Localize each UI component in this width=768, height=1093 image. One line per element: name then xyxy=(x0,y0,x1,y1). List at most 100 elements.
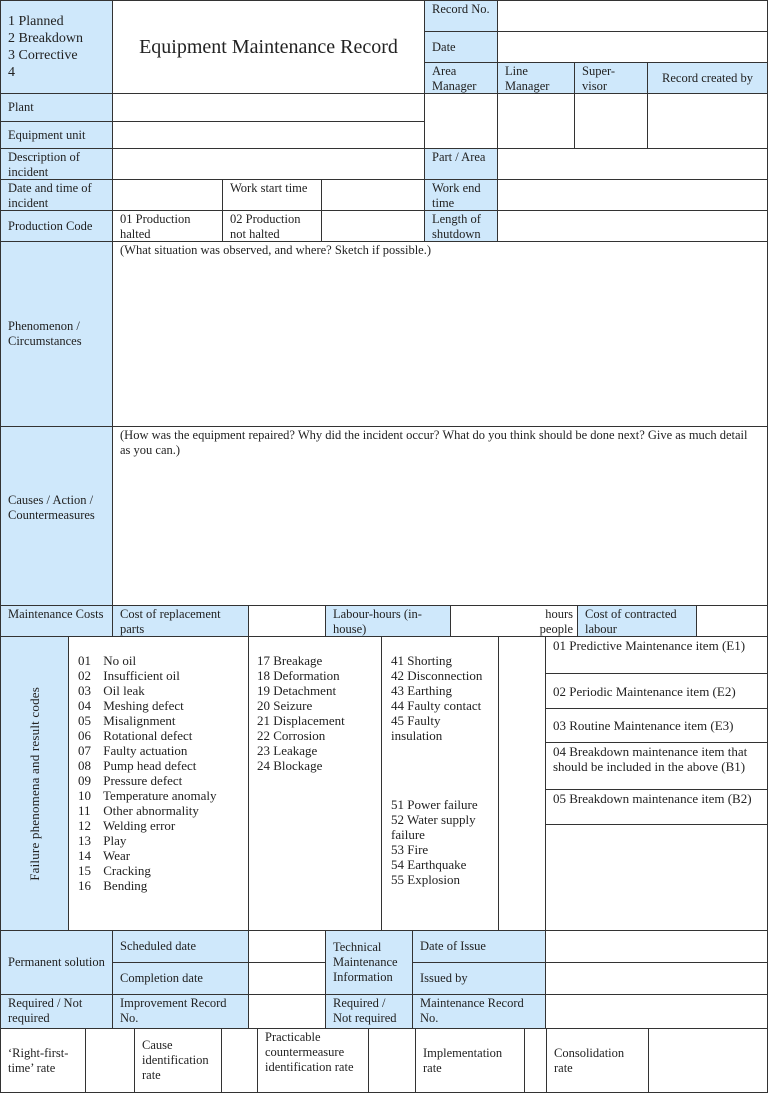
equipment-unit-field[interactable] xyxy=(112,121,425,149)
cause-identification-rate-field[interactable] xyxy=(221,1028,258,1093)
maintenance-record-no-field[interactable] xyxy=(545,994,768,1029)
record-type-option[interactable]: 3 Corrective xyxy=(8,47,105,64)
date-label: Date xyxy=(424,31,498,63)
plant-label: Plant xyxy=(0,93,113,122)
failure-code-number: 13 xyxy=(78,833,91,848)
failure-code-number: 15 xyxy=(78,863,91,878)
failure-code-item: 19 Detachment xyxy=(257,683,337,698)
line-manager-sign[interactable] xyxy=(497,93,575,149)
cause-identification-rate-label: Cause identification rate xyxy=(134,1028,222,1093)
phenomenon-label-text: Phenomenon / Circumstances xyxy=(8,319,82,348)
page-title: Equipment Maintenance Record xyxy=(112,0,425,94)
record-type-option[interactable]: 4 xyxy=(8,64,105,81)
failure-code-item: 04 Meshing defect xyxy=(78,698,184,713)
failure-code-item: 20 Seizure xyxy=(257,698,313,713)
scheduled-date-label: Scheduled date xyxy=(112,930,249,963)
line-manager-label: Line Manager xyxy=(497,62,575,94)
failure-codes-col3: 41 Shorting 42 Disconnection 43 Earthing 44… xyxy=(381,636,499,931)
phenomenon-field[interactable]: (What situation was observed, and where?… xyxy=(112,241,768,427)
part-area-field[interactable] xyxy=(497,148,768,180)
improvement-record-no-field[interactable] xyxy=(248,994,326,1029)
failure-code-item: 15 Cracking xyxy=(78,863,151,878)
consolidation-rate-field[interactable] xyxy=(648,1028,768,1093)
failure-code-number: 04 xyxy=(78,698,91,713)
failure-code-item: 21 Displacement xyxy=(257,713,345,728)
failure-code-item: 16 Bending xyxy=(78,878,148,893)
countermeasure-identification-rate-field[interactable] xyxy=(368,1028,416,1093)
length-shutdown-field[interactable] xyxy=(497,210,768,242)
contracted-labour-field[interactable] xyxy=(696,605,768,637)
work-end-field[interactable] xyxy=(497,179,768,211)
date-of-issue-field[interactable] xyxy=(545,930,768,963)
failure-code-number: 03 xyxy=(78,683,91,698)
failure-code-item: 41 Shorting xyxy=(391,653,453,668)
implementation-rate-field[interactable] xyxy=(524,1028,547,1093)
record-created-by-label: Record created by xyxy=(647,62,768,94)
causes-field[interactable]: (How was the equipment repaired? Why did… xyxy=(112,426,768,606)
required-not-required-2[interactable]: Required / Not required xyxy=(325,994,413,1029)
failure-code-number: 01 xyxy=(78,653,91,668)
maintenance-item-b2[interactable]: 05 Breakdown maintenance item (B2) xyxy=(545,789,768,825)
maintenance-item-entry[interactable] xyxy=(545,824,768,931)
failure-code-item: 54 Earthquake xyxy=(391,857,467,872)
record-type-list: 1 Planned 2 Breakdown 3 Corrective 4 xyxy=(0,0,113,94)
maintenance-item-b1[interactable]: 04 Breakdown maintenance item that shoul… xyxy=(545,742,768,790)
maintenance-record-no-label: Maintenance Record No. xyxy=(412,994,546,1029)
failure-code-item: 44 Faulty contact xyxy=(391,698,482,713)
production-code-label: Production Code xyxy=(0,210,113,242)
contracted-labour-label: Cost of contracted labour xyxy=(577,605,697,637)
description-field[interactable] xyxy=(112,148,425,180)
completion-date-field[interactable] xyxy=(248,962,326,995)
technical-info-label: Technical Maintenance Information xyxy=(325,930,413,995)
issued-by-field[interactable] xyxy=(545,962,768,995)
replacement-parts-field[interactable] xyxy=(248,605,326,637)
failure-code-number: 12 xyxy=(78,818,91,833)
labour-hours-label: Labour-hours (in-house) xyxy=(325,605,451,637)
countermeasure-identification-rate-label: Practicable countermeasure identificatio… xyxy=(257,1028,369,1093)
area-manager-sign[interactable] xyxy=(424,93,498,149)
plant-field[interactable] xyxy=(112,93,425,122)
failure-code-item: 12 Welding error xyxy=(78,818,176,833)
failure-code-number: 09 xyxy=(78,773,91,788)
record-type-option[interactable]: 1 Planned xyxy=(8,13,105,30)
production-code-field[interactable] xyxy=(321,210,425,242)
record-created-by-sign[interactable] xyxy=(647,93,768,149)
maintenance-item-e1[interactable]: 01 Predictive Maintenance item (E1) xyxy=(545,636,768,674)
failure-code-item: 42 Disconnection xyxy=(391,668,483,683)
causes-hint: (How was the equipment repaired? Why did… xyxy=(120,428,748,457)
right-first-time-rate-field[interactable] xyxy=(85,1028,135,1093)
failure-code-number: 14 xyxy=(78,848,91,863)
permanent-solution-label: Permanent solution xyxy=(0,930,113,995)
required-not-required-1[interactable]: Required / Not required xyxy=(0,994,113,1029)
date-time-label: Date and time of incident xyxy=(0,179,113,211)
completion-date-label: Completion date xyxy=(112,962,249,995)
maintenance-item-e3[interactable]: 03 Routine Maintenance item (E3) xyxy=(545,708,768,743)
production-halted-option[interactable]: 01 Production halted xyxy=(112,210,223,242)
causes-label: Causes / Action / Countermeasures xyxy=(0,426,113,606)
hours-unit: hours xyxy=(545,607,573,621)
failure-codes-col2: 17 Breakage 18 Deformation 19 Detachment 20… xyxy=(248,636,382,931)
labour-hours-field[interactable]: hours people xyxy=(450,605,578,637)
failure-code-item: 07 Faulty actuation xyxy=(78,743,188,758)
issued-by-label: Issued by xyxy=(412,962,546,995)
date-time-field[interactable] xyxy=(112,179,223,211)
maintenance-costs-label: Maintenance Costs xyxy=(0,605,113,637)
failure-code-number: 07 xyxy=(78,743,91,758)
production-not-halted-option[interactable]: 02 Production not halted xyxy=(222,210,322,242)
failure-code-number: 02 xyxy=(78,668,91,683)
failure-code-item: 05 Misalignment xyxy=(78,713,176,728)
failure-code-item: 45 Faulty insulation xyxy=(391,713,443,743)
causes-label-text: Causes / Action / Countermeasures xyxy=(8,493,95,522)
phenomenon-hint: (What situation was observed, and where?… xyxy=(120,243,432,257)
record-type-option[interactable]: 2 Breakdown xyxy=(8,30,105,47)
record-no-field[interactable] xyxy=(497,0,768,32)
scheduled-date-field[interactable] xyxy=(248,930,326,963)
date-field[interactable] xyxy=(497,31,768,63)
phenomenon-label: Phenomenon / Circumstances xyxy=(0,241,113,427)
supervisor-sign[interactable] xyxy=(574,93,648,149)
maintenance-item-e2[interactable]: 02 Periodic Maintenance item (E2) xyxy=(545,673,768,709)
failure-code-entry[interactable] xyxy=(498,636,546,931)
failure-code-number: 16 xyxy=(78,878,91,893)
work-start-field[interactable] xyxy=(321,179,425,211)
length-shutdown-label: Length of shutdown xyxy=(424,210,498,242)
